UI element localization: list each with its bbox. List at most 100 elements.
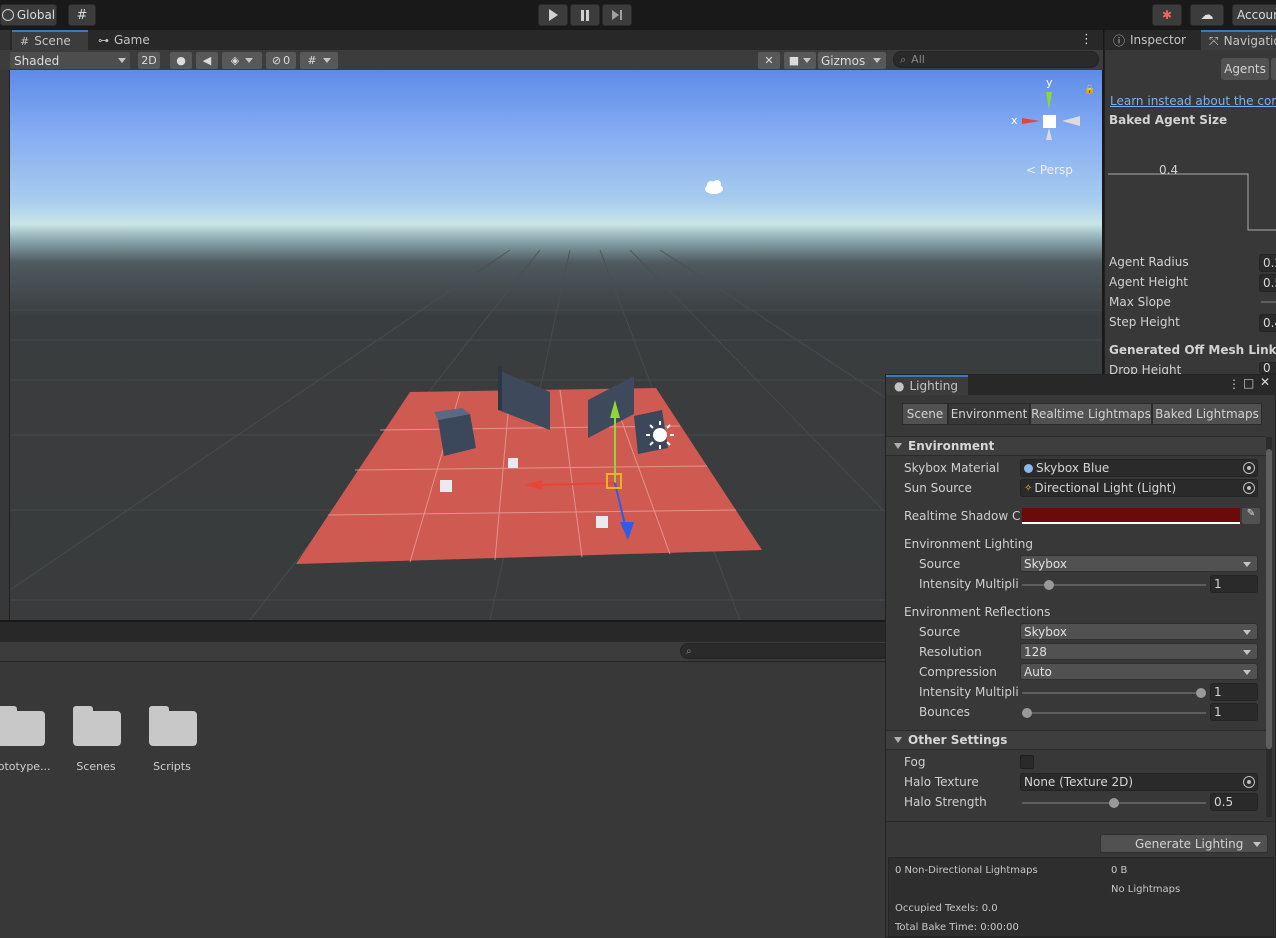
project-panel: ⌕ rototype... Scenes Scripts [0, 622, 890, 938]
bounces-slider[interactable] [1022, 712, 1206, 714]
compression-select[interactable]: Auto [1020, 663, 1258, 680]
areas-button[interactable] [1271, 58, 1276, 80]
env-lighting-label: Environment Lighting [904, 537, 1033, 551]
play-button[interactable] [538, 4, 568, 26]
audio-toggle-button[interactable]: ◀ [196, 52, 218, 69]
gizmos-button[interactable]: Gizmos [818, 52, 886, 69]
project-search-input[interactable]: ⌕ [680, 643, 890, 659]
skybox-material-field[interactable]: Skybox Blue [1020, 459, 1258, 477]
env-lighting-intensity-field[interactable]: 1 [1210, 575, 1258, 593]
camera-settings-button[interactable]: ■ [784, 52, 816, 69]
resolution-select[interactable]: 128 [1020, 643, 1258, 660]
chevron-down-icon [322, 58, 331, 63]
shading-mode-select[interactable]: Shaded [10, 52, 130, 69]
kebab-menu-icon[interactable]: ⋮ [1228, 377, 1240, 391]
search-icon: ⌕ [900, 52, 907, 66]
projection-toggle[interactable]: < Persp [1026, 163, 1073, 177]
reflections-intensity-field[interactable]: 1 [1210, 683, 1258, 701]
tab-scene[interactable]: # Scene [12, 30, 88, 50]
reflections-intensity-thumb[interactable] [1196, 688, 1206, 698]
hidden-objects-toggle[interactable]: ⊘ 0 [266, 52, 296, 69]
lighting-scrollbar[interactable] [1266, 437, 1272, 817]
lighting-tab-baked[interactable]: Baked Lightmaps [1152, 403, 1262, 425]
object-picker-icon[interactable] [1243, 462, 1255, 474]
pause-button[interactable] [570, 4, 600, 26]
bounces-field[interactable]: 1 [1210, 703, 1258, 721]
lighting-toggle-button[interactable]: ● [170, 52, 192, 69]
halo-texture-field[interactable]: None (Texture 2D) [1020, 773, 1258, 791]
global-pivot-button[interactable]: Global [0, 4, 57, 26]
tab-lighting[interactable]: ● Lighting [886, 375, 968, 395]
step-button[interactable] [602, 4, 632, 26]
fog-checkbox[interactable] [1020, 755, 1034, 769]
reflections-intensity-slider[interactable] [1022, 692, 1206, 694]
material-icon [1024, 463, 1033, 473]
step-height-field[interactable]: 0.4 [1259, 314, 1276, 332]
main-toolbar: Global # ✱ ☁ Accoun [0, 0, 1276, 30]
eye-slash-icon: ⊘ [271, 54, 282, 67]
grid-snap-button[interactable]: # [68, 4, 96, 26]
toggle-2d-button[interactable]: 2D [138, 52, 160, 69]
env-lighting-source-select[interactable]: Skybox [1020, 555, 1258, 572]
other-settings-section-header[interactable]: Other Settings [886, 730, 1266, 750]
eyedropper-icon[interactable]: ✎ [1242, 508, 1260, 524]
lighting-tab-scene[interactable]: Scene [902, 403, 948, 425]
agent-height-field[interactable]: 0.5 [1259, 274, 1276, 292]
lighting-tab-environment[interactable]: Environment [948, 403, 1030, 425]
generate-lighting-label: Generate Lighting [1135, 836, 1244, 851]
collab-icon: ✱ [1161, 8, 1173, 22]
env-lighting-source-value: Skybox [1024, 556, 1067, 571]
agent-radius-field[interactable]: 0.2 [1259, 254, 1276, 272]
collab-button[interactable]: ✱ [1152, 4, 1182, 26]
env-lighting-intensity-thumb[interactable] [1043, 580, 1054, 590]
environment-section-label: Environment [908, 439, 995, 453]
orientation-gizmo[interactable] [1022, 92, 1080, 140]
grid-snap-icon: # [76, 7, 88, 23]
folder-prototype[interactable] [0, 706, 45, 746]
tab-navigation[interactable]: ⤧ Navigatio [1201, 30, 1276, 50]
tab-game[interactable]: ⊶ Game [90, 30, 160, 50]
drop-height-field[interactable]: 0 [1259, 362, 1276, 374]
maximize-icon[interactable]: □ [1243, 376, 1254, 390]
close-icon[interactable]: ✕ [1260, 375, 1270, 389]
sun-source-field[interactable]: ✧ Directional Light (Light) [1020, 479, 1258, 497]
object-picker-icon[interactable] [1243, 776, 1255, 788]
bounces-thumb[interactable] [1022, 708, 1032, 718]
tab-inspector[interactable]: ⓘ Inspector [1105, 30, 1199, 50]
account-button[interactable]: Accoun [1232, 4, 1276, 26]
grid-toggle-button[interactable]: # [300, 52, 338, 69]
env-lighting-intensity-label: Intensity Multiplie [919, 577, 1019, 591]
learn-more-link[interactable]: Learn instead about the comp [1110, 94, 1276, 108]
lock-icon[interactable]: 🔒 [1084, 84, 1095, 95]
tab-game-label: Game [114, 33, 150, 47]
cloud-icon[interactable] [705, 180, 723, 194]
scene-search-input[interactable]: ⌕ All [893, 51, 1099, 68]
reflections-source-select[interactable]: Skybox [1020, 623, 1258, 640]
halo-strength-field[interactable]: 0.5 [1210, 793, 1258, 811]
agents-button[interactable]: Agents [1221, 58, 1269, 80]
shading-mode-label: Shaded [14, 53, 60, 68]
shadow-color-swatch[interactable] [1022, 508, 1240, 524]
lighting-scrollbar-thumb[interactable] [1266, 449, 1272, 749]
folder-scenes[interactable] [73, 706, 121, 746]
kebab-menu-icon[interactable]: ⋮ [1080, 32, 1093, 47]
folder-prototype-label: rototype... [0, 760, 51, 773]
lighting-tab-realtime[interactable]: Realtime Lightmaps [1030, 403, 1152, 425]
gamepad-icon: ⊶ [98, 33, 109, 47]
axis-x-label: x [1011, 114, 1018, 127]
lighting-tab-environment-label: Environment [950, 407, 1028, 421]
generate-lighting-button[interactable]: Generate Lighting [1100, 834, 1268, 853]
chevron-down-icon[interactable] [1253, 842, 1261, 847]
folder-scripts[interactable] [149, 706, 197, 746]
tools-button[interactable]: ✕ [758, 52, 780, 69]
halo-strength-thumb[interactable] [1109, 798, 1119, 808]
max-slope-slider[interactable] [1261, 301, 1276, 303]
lightmap-stats: 0 Non-Directional Lightmaps 0 B No Light… [888, 857, 1274, 937]
effects-toggle-button[interactable]: ◈ [222, 52, 262, 69]
environment-section-header[interactable]: Environment [886, 436, 1266, 456]
small-cube-1 [508, 458, 518, 468]
cloud-button[interactable]: ☁ [1190, 4, 1224, 26]
sun-source-label: Sun Source [904, 481, 972, 495]
object-picker-icon[interactable] [1243, 482, 1255, 494]
occupied-texels: Occupied Texels: 0.0 [895, 903, 998, 914]
